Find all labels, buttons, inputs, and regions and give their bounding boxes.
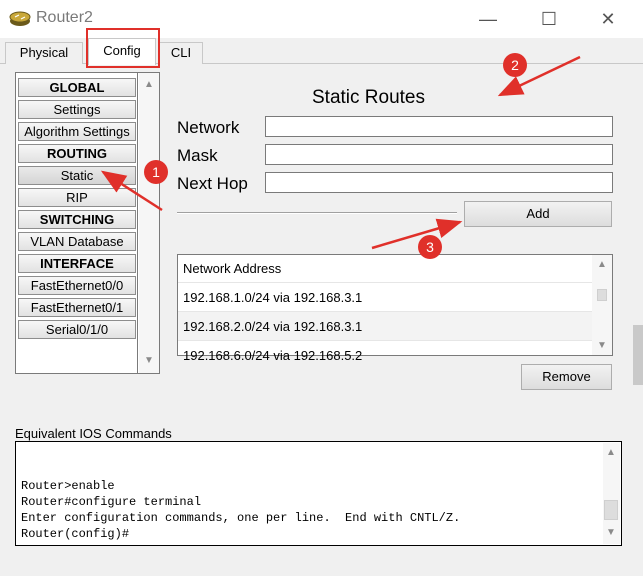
annotation-badge-3: 3 [418, 235, 442, 259]
annotation-badge-2: 2 [503, 53, 527, 77]
annotation-arrow-3 [371, 218, 463, 250]
annotation-arrows [100, 55, 581, 250]
annotation-badge-1: 1 [144, 160, 168, 184]
